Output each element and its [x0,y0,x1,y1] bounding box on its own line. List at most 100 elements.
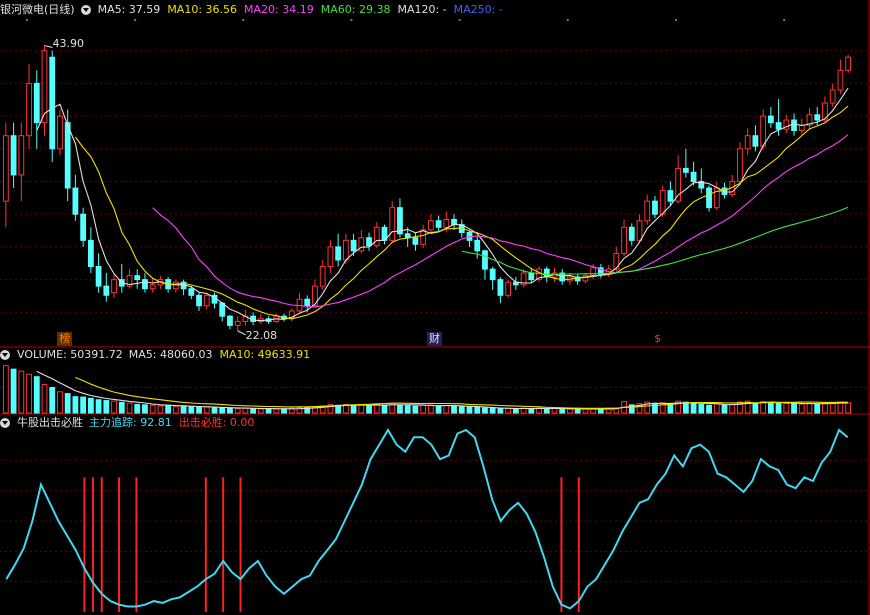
legend-item: MA5: 48060.03 [128,348,213,361]
candle-body [435,220,442,228]
dropdown-icon[interactable] [0,418,10,428]
legend-item: MA120: - [397,3,447,16]
volume-bar [435,405,442,414]
volume-bar [219,407,226,414]
candle-body [18,135,25,176]
signal-dot [674,19,677,21]
volume-bar [10,368,17,414]
volume-bar [157,405,164,414]
volume-bar [404,405,411,414]
candle-body [412,237,419,245]
candle [482,249,488,280]
candle-body [227,315,233,326]
volume-bar [257,408,264,414]
candle [296,292,303,314]
signal-dot [242,19,245,21]
candle-body [335,246,342,261]
candle-body [814,114,821,121]
candle-body [350,239,357,252]
candle [497,276,504,304]
candle-body [64,122,71,189]
volume-bar [543,408,550,414]
candle [845,54,852,73]
volume-bar [451,405,457,414]
volume-bar [706,404,712,414]
candle [80,207,87,247]
volume-bar [49,387,56,414]
candle [335,233,342,267]
candle [41,45,48,136]
candle-body [636,220,643,241]
candle-body [497,279,504,296]
volume-bar [752,402,759,414]
volume-bar [489,408,496,414]
volume-bar [134,403,141,414]
candle [118,263,125,293]
candle [829,83,836,107]
signal-dot [783,19,786,21]
volume-bar [567,408,573,414]
candle [319,259,326,291]
candle [706,185,712,212]
candle [111,273,117,298]
ma-legend: MA5: 37.59 MA10: 36.56 MA20: 34.19 MA60: 29… [98,2,510,18]
indicator-header: 牛股出击必胜 主力追踪: 92.81 出击必胜: 0.00 [0,415,261,431]
candle-body [196,294,202,307]
candle [512,276,519,291]
volume-bar [597,408,604,414]
candle-body [505,281,512,296]
volume-bar [142,404,148,414]
candle [528,267,535,284]
volume-bar [72,396,79,414]
candle-body [10,135,17,176]
volume-bar [829,402,836,414]
candlestick-pane [2,19,852,336]
candle [381,224,388,245]
candle-body [404,233,411,239]
candle [257,313,264,325]
high-pointer [44,44,53,48]
event-marker[interactable]: 财 [427,332,442,346]
candle-body [26,82,32,137]
event-marker[interactable]: $ [652,332,663,346]
volume-bar [536,407,542,414]
candle [358,229,365,254]
legend-item: MA60: 29.38 [320,3,391,16]
volume-bar [806,402,813,414]
volume-bar [458,406,465,414]
volume-bar [845,402,852,414]
candle [26,63,32,149]
candle-body [829,89,836,104]
candle-body [837,69,844,91]
volume-bar [381,405,388,414]
candle [149,278,156,293]
candle [798,118,805,135]
candle [582,273,589,284]
volume-bar [149,404,156,414]
volume-bar [203,406,210,414]
volume-bar [188,406,195,414]
candle [2,122,9,228]
volume-bar [760,401,767,414]
candle-body [644,200,651,222]
candle [474,236,481,259]
candle [621,219,627,257]
low-pointer [237,330,246,336]
volume-pane [2,365,852,414]
dropdown-icon[interactable] [80,5,91,15]
dropdown-icon[interactable] [0,350,10,360]
candle-body [775,122,782,130]
candle-body [95,266,102,287]
volume-bar [466,406,473,414]
candle [234,316,241,331]
candle-body [172,281,179,290]
candle [837,59,844,94]
volume-title: VOLUME: 50391.72 [17,348,123,361]
candle-body [528,272,535,281]
candle [142,273,148,293]
event-marker[interactable]: 榜 [57,332,73,346]
candle [180,279,187,296]
volume-bar [443,404,450,414]
volume-bar [783,402,790,414]
volume-bar [126,402,133,414]
